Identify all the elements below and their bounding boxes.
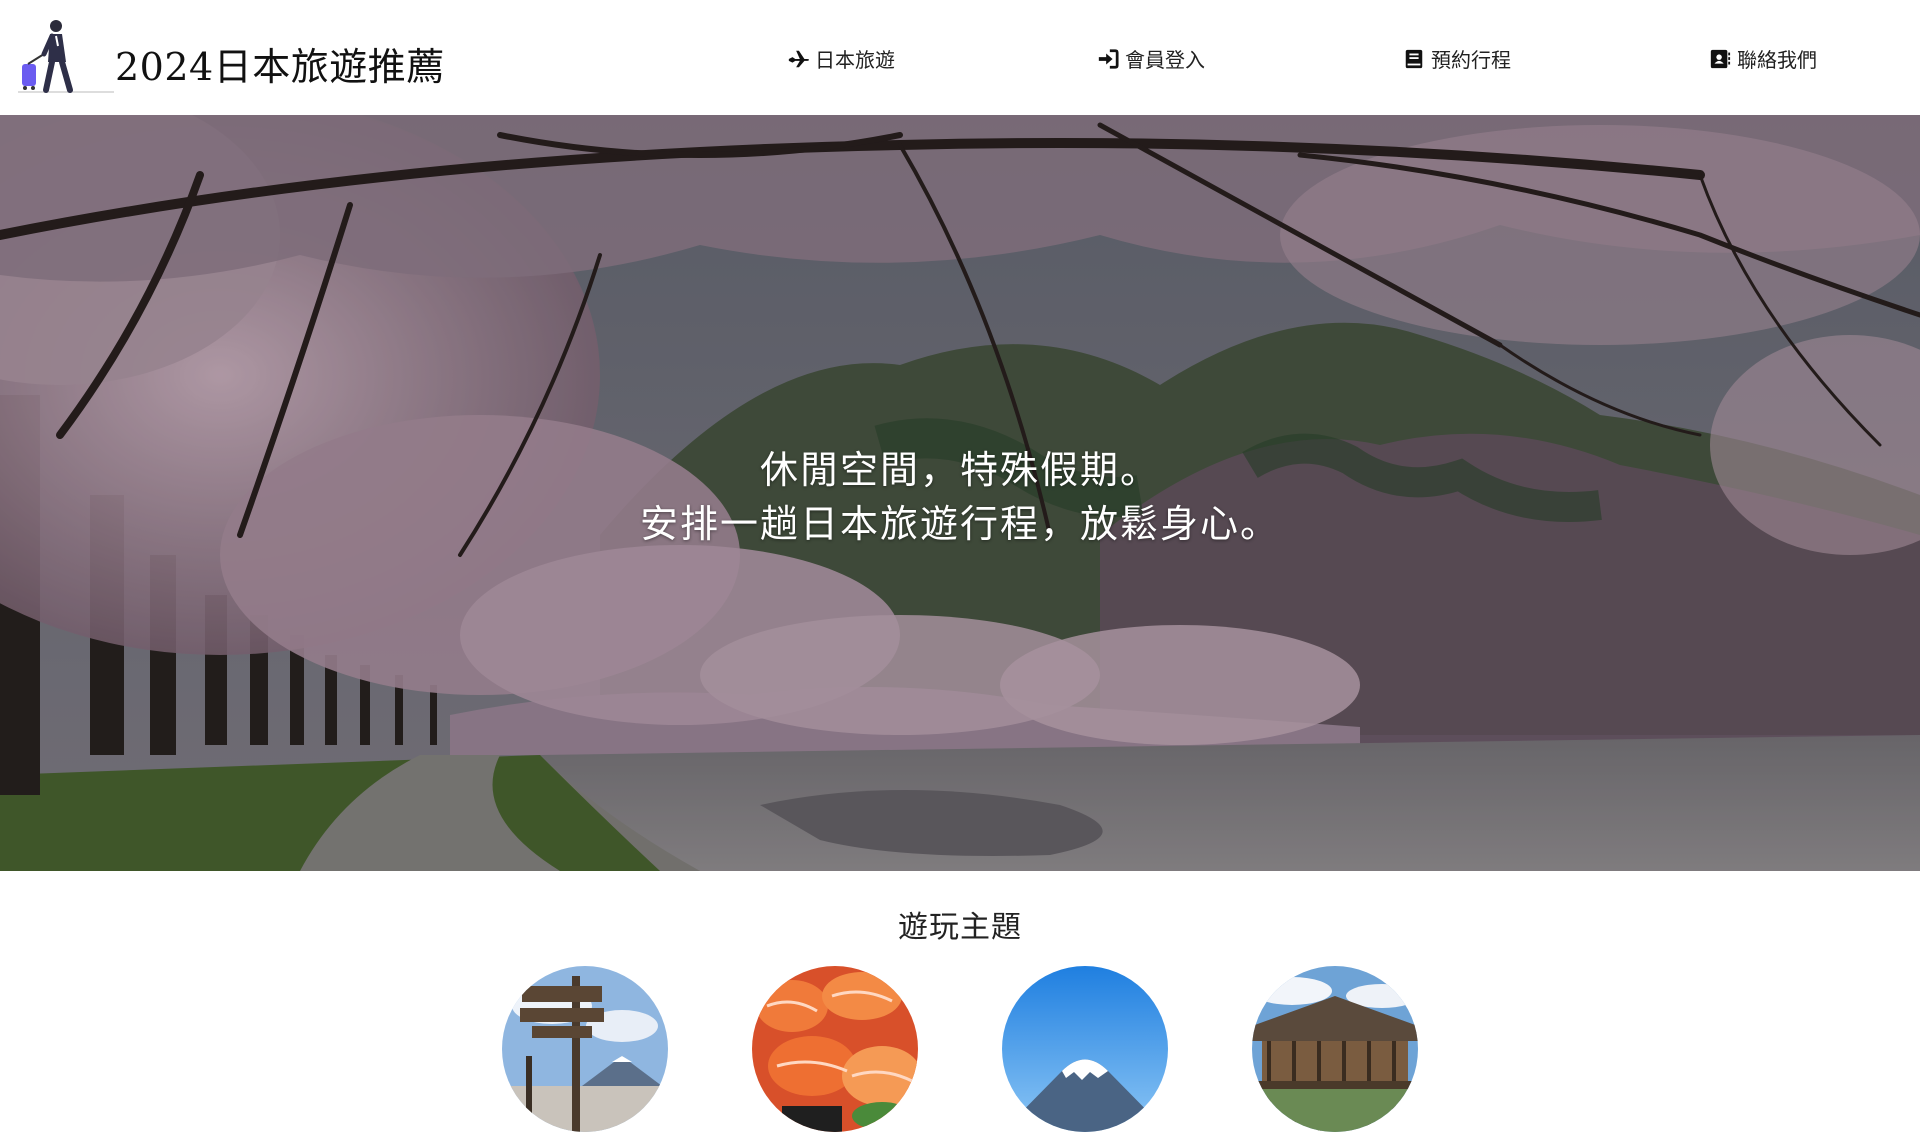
book-icon <box>1405 49 1423 68</box>
nav-label: 會員登入 <box>1125 48 1205 72</box>
nav-book-itinerary[interactable]: 預約行程 <box>1403 44 1511 73</box>
nav-label: 聯絡我們 <box>1737 48 1817 72</box>
nav-japan-travel[interactable]: 日本旅遊 <box>787 44 895 73</box>
mount-fuji-image <box>1002 966 1168 1132</box>
hero-banner: 休閒空間，特殊假期。 安排一趟日本旅遊行程，放鬆身心。 <box>0 115 1920 871</box>
nav-contact-us[interactable]: 聯絡我們 <box>1709 44 1817 73</box>
plane-icon <box>788 50 809 67</box>
site-header: 2024日本旅遊推薦 日本旅遊 會員登入 預約行程 聯絡我們 <box>0 0 1920 115</box>
hero-line-1: 休閒空間，特殊假期。 <box>759 448 1160 492</box>
sign-in-icon <box>1098 48 1119 69</box>
theme-card-signpost[interactable] <box>502 966 668 1132</box>
signpost-image <box>502 966 668 1132</box>
sushi-image <box>752 966 918 1132</box>
main-nav: 日本旅遊 會員登入 預約行程 聯絡我們 <box>0 44 1920 74</box>
hero-tagline: 休閒空間，特殊假期。 安排一趟日本旅遊行程，放鬆身心。 <box>0 443 1920 551</box>
address-book-icon <box>1710 49 1731 68</box>
nav-member-login[interactable]: 會員登入 <box>1097 44 1205 73</box>
temple-image <box>1252 966 1418 1132</box>
theme-card-mount-fuji[interactable] <box>1002 966 1168 1132</box>
nav-label: 日本旅遊 <box>815 48 895 72</box>
theme-card-food[interactable] <box>752 966 918 1132</box>
section-title: 遊玩主題 <box>898 910 1022 945</box>
nav-label: 預約行程 <box>1431 48 1511 72</box>
theme-card-temple[interactable] <box>1252 966 1418 1132</box>
hero-line-2: 安排一趟日本旅遊行程，放鬆身心。 <box>639 502 1280 546</box>
